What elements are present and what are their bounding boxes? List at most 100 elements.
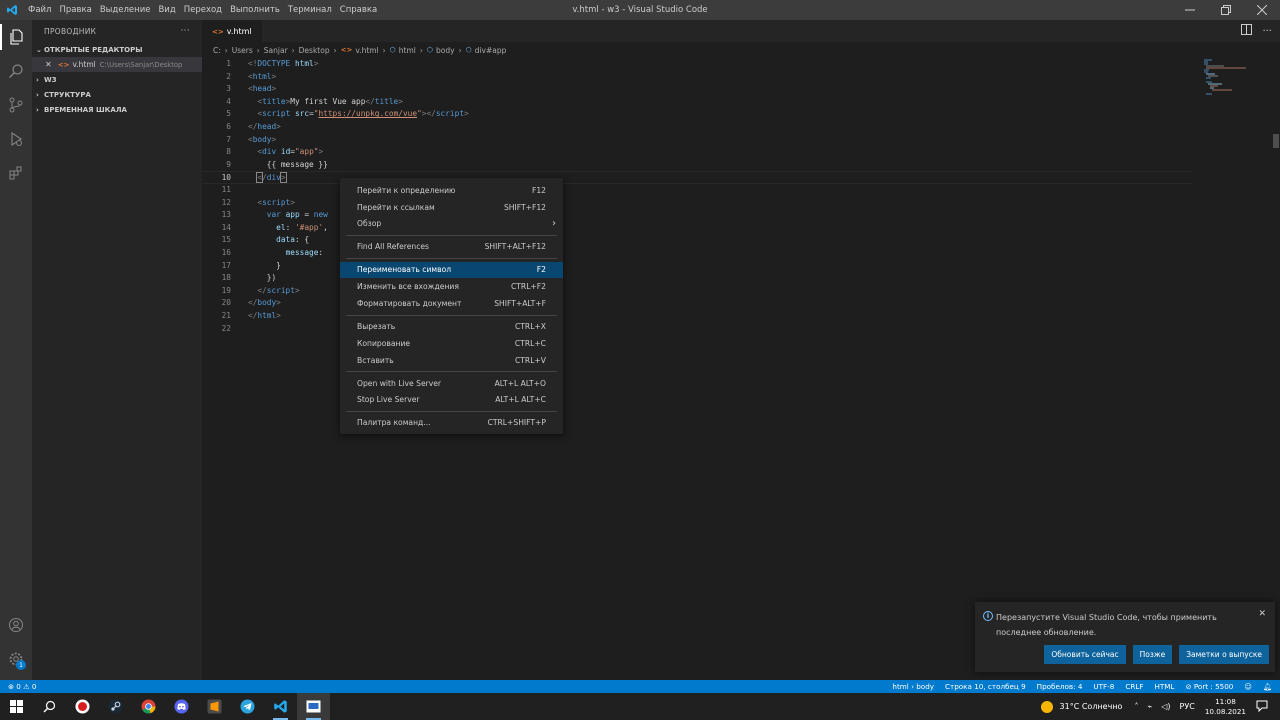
encoding[interactable]: UTF-8 xyxy=(1093,682,1114,691)
breadcrumb-item[interactable]: body xyxy=(436,46,455,55)
search-button[interactable] xyxy=(0,54,32,88)
menu-item-command-palette[interactable]: Палитра команд... CTRL+SHIFT+P xyxy=(340,415,563,432)
taskbar-app-steam[interactable] xyxy=(99,693,132,720)
breadcrumb-item[interactable]: Desktop xyxy=(299,46,330,55)
release-notes-button[interactable]: Заметки о выпуске xyxy=(1179,645,1269,664)
menu-help[interactable]: Справка xyxy=(336,0,381,20)
line-ending[interactable]: CRLF xyxy=(1125,682,1143,691)
run-debug-button[interactable] xyxy=(0,122,32,156)
menu-item-change-all-occurrences[interactable]: Изменить все вхождения CTRL+F2 xyxy=(340,278,563,295)
indentation[interactable]: Пробелов: 4 xyxy=(1037,682,1083,691)
restore-button[interactable] xyxy=(1208,0,1244,20)
menu-item-format-document[interactable]: Форматировать документ SHIFT+ALT+F xyxy=(340,295,563,312)
code-line: 4 <title>My first Vue app</title> xyxy=(202,96,1192,109)
close-notification-button[interactable]: ✕ xyxy=(1258,609,1266,619)
menu-terminal[interactable]: Терминал xyxy=(284,0,336,20)
manage-button[interactable]: 1 xyxy=(0,642,32,676)
menu-item-peek[interactable]: Обзор › xyxy=(340,216,563,233)
menu-item-label: Вырезать xyxy=(357,322,396,332)
update-now-button[interactable]: Обновить сейчас xyxy=(1044,645,1126,664)
menu-item-shortcut: ALT+L ALT+O xyxy=(494,378,546,388)
clock-time: 11:08 xyxy=(1215,696,1236,706)
taskbar-app-window[interactable] xyxy=(297,693,330,720)
menu-item-rename-symbol[interactable]: Переименовать символ F2 xyxy=(340,261,563,279)
breadcrumb-item[interactable]: C: xyxy=(213,46,221,55)
menu-item-copy[interactable]: Копирование CTRL+C xyxy=(340,335,563,352)
extensions-button[interactable] xyxy=(0,156,32,190)
notifications-icon[interactable] xyxy=(1256,700,1268,714)
menu-item-shortcut: SHIFT+F12 xyxy=(503,202,546,212)
menu-edit[interactable]: Правка xyxy=(55,0,95,20)
breadcrumb-item[interactable]: html xyxy=(399,46,416,55)
menu-view[interactable]: Вид xyxy=(154,0,179,20)
menu-item-shortcut: CTRL+C xyxy=(514,338,546,348)
open-editor-item[interactable]: ✕ <> v.html C:\Users\Sanjar\Desktop xyxy=(32,57,202,72)
taskbar-app-recorder[interactable] xyxy=(66,693,99,720)
menu-item-go-to-references[interactable]: Перейти к ссылкам SHIFT+F12 xyxy=(340,199,563,216)
search-button[interactable] xyxy=(33,693,66,720)
element-icon: ⬡ xyxy=(426,46,433,54)
section-timeline[interactable]: › ВРЕМЕННАЯ ШКАЛА xyxy=(32,102,202,117)
minimize-button[interactable] xyxy=(1172,0,1208,20)
source-control-button[interactable] xyxy=(0,88,32,122)
tab-v-html[interactable]: <> v.html xyxy=(202,20,262,42)
files-icon xyxy=(10,29,23,45)
menu-item-stop-live-server[interactable]: Stop Live Server ALT+L ALT+C xyxy=(340,392,563,409)
later-button[interactable]: Позже xyxy=(1132,645,1173,664)
breadcrumb: C: › Users › Sanjar › Desktop › <> v.html › ⬡ h… xyxy=(213,45,507,55)
clock[interactable]: 11:08 10.08.2021 xyxy=(1205,697,1246,717)
code-text: <title>My first Vue app</title> xyxy=(257,96,403,106)
breadcrumb-item[interactable]: div#app xyxy=(475,46,507,55)
menu-go[interactable]: Переход xyxy=(180,0,226,20)
menu-selection[interactable]: Выделение xyxy=(96,0,155,20)
code-text: <!DOCTYPE html> xyxy=(248,59,319,68)
problems-indicator[interactable]: ⊗ 0 ⚠ 0 xyxy=(8,682,36,691)
section-w3[interactable]: › W3 xyxy=(32,72,202,87)
menu-run[interactable]: Выполнить xyxy=(226,0,284,20)
menu-file[interactable]: Файл xyxy=(24,0,55,20)
volume-icon[interactable]: ◁) xyxy=(1161,702,1170,711)
open-editors-section[interactable]: ⌄ ОТКРЫТЫЕ РЕДАКТОРЫ xyxy=(32,42,202,57)
close-window-button[interactable] xyxy=(1244,0,1280,20)
menu-item-label: Вставить xyxy=(357,355,394,365)
taskbar-app-discord[interactable] xyxy=(165,693,198,720)
start-button[interactable] xyxy=(0,693,33,720)
live-server-port[interactable]: ⊘ Port : 5500 xyxy=(1186,682,1234,691)
split-editor-button[interactable] xyxy=(1241,24,1253,38)
menu-item-paste[interactable]: Вставить CTRL+V xyxy=(340,352,563,369)
taskbar-app-sublime[interactable] xyxy=(198,693,231,720)
bell-icon[interactable]: 🔔︎ xyxy=(1263,682,1272,691)
menu-item-open-live-server[interactable]: Open with Live Server ALT+L ALT+O xyxy=(340,375,563,392)
weather-text[interactable]: 31°C Солнечно xyxy=(1060,702,1123,711)
menu-item-label: Find All References xyxy=(357,242,429,252)
minimap[interactable] xyxy=(1202,58,1272,98)
menu-item-go-to-definition[interactable]: Перейти к определению F12 xyxy=(340,182,563,199)
menu-item-find-all-references[interactable]: Find All References SHIFT+ALT+F12 xyxy=(340,239,563,256)
breadcrumb-item[interactable]: Sanjar xyxy=(264,46,288,55)
menu-item-shortcut: F12 xyxy=(531,185,546,195)
more-actions-button[interactable]: ··· xyxy=(1262,26,1272,37)
taskbar-app-telegram[interactable] xyxy=(231,693,264,720)
code-line: 3 <head> xyxy=(202,83,1192,96)
menu-item-cut[interactable]: Вырезать CTRL+X xyxy=(340,318,563,335)
explorer-button[interactable] xyxy=(0,20,32,54)
code-text: el: '#app', xyxy=(276,222,328,232)
close-icon[interactable]: ✕ xyxy=(45,60,52,69)
section-outline[interactable]: › СТРУКТУРА xyxy=(32,87,202,102)
language-mode[interactable]: HTML xyxy=(1155,682,1175,691)
taskbar-app-vscode[interactable] xyxy=(264,693,297,720)
taskbar-app-chrome[interactable] xyxy=(132,693,165,720)
input-language[interactable]: РУС xyxy=(1180,702,1195,711)
more-actions-button[interactable]: ··· xyxy=(181,26,190,36)
network-icon[interactable]: ⌁ xyxy=(1147,702,1152,711)
accounts-button[interactable] xyxy=(0,608,32,642)
breadcrumb-item[interactable]: v.html xyxy=(355,46,378,55)
breadcrumb-item[interactable]: Users xyxy=(232,46,253,55)
status-breadcrumb[interactable]: html › body xyxy=(892,682,934,691)
update-notification: i Перезапустите Visual Studio Code, чтоб… xyxy=(975,602,1275,672)
cursor-position[interactable]: Строка 10, столбец 9 xyxy=(945,682,1026,691)
feedback-icon[interactable]: ☺ xyxy=(1244,682,1252,691)
editor-scrollbar[interactable] xyxy=(1272,58,1280,680)
split-editor-icon xyxy=(1241,24,1253,35)
chevron-up-icon[interactable]: ˄ xyxy=(1134,702,1138,711)
